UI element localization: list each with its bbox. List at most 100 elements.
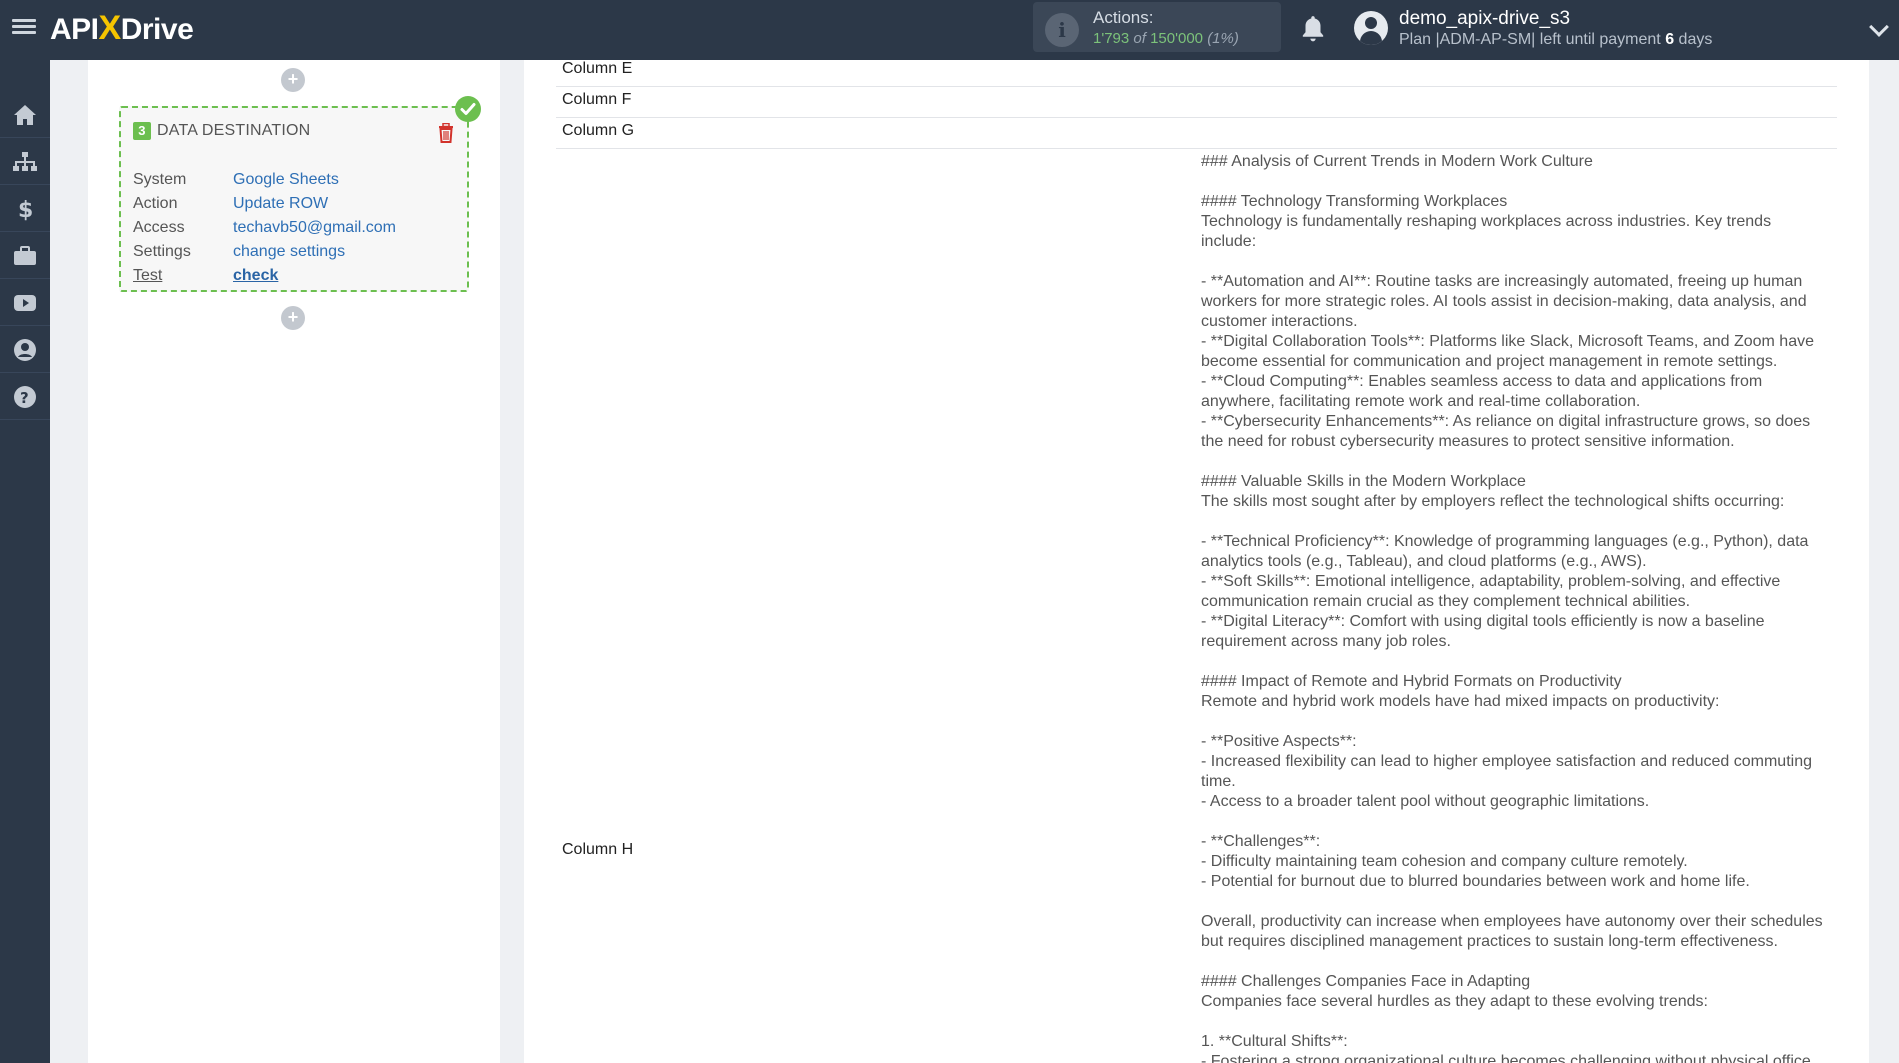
actions-label: Actions: <box>1093 8 1154 27</box>
sidebar-item-video[interactable] <box>0 280 50 326</box>
content-line: - Difficulty maintaining team cohesion a… <box>1201 853 1688 870</box>
sidebar-item-billing[interactable]: $ <box>0 186 50 232</box>
content-line: - **Digital Literacy**: Comfort with usi… <box>1201 613 1765 650</box>
content-line: - **Digital Collaboration Tools**: Platf… <box>1201 333 1814 370</box>
actions-count: 1'793 of 150'000 (1%) <box>1093 30 1239 47</box>
bell-icon[interactable] <box>1300 14 1326 44</box>
actions-counter[interactable]: i Actions: 1'793 of 150'000 (1%) <box>1033 2 1281 52</box>
content-line: #### Impact of Remote and Hybrid Formats… <box>1201 673 1622 690</box>
sitemap-icon <box>13 151 37 171</box>
logo-drive-text: Drive <box>120 13 194 46</box>
flow-panel: + 3 DATA DESTINATION System Google Sheets… <box>88 60 500 1063</box>
content-line: - **Technical Proficiency**: Knowledge o… <box>1201 533 1809 570</box>
trash-icon[interactable] <box>437 123 455 143</box>
check-icon <box>455 96 481 122</box>
sidebar-item-home[interactable] <box>0 92 50 138</box>
content-line: Technology is fundamentally reshaping wo… <box>1201 213 1772 250</box>
settings-label: Settings <box>133 243 191 260</box>
content-line: Remote and hybrid work models have had m… <box>1201 693 1720 710</box>
sidebar: $ ? <box>0 60 50 1063</box>
plan-info: Plan |ADM-AP-SM| left until payment 6 da… <box>1399 31 1713 48</box>
content-line: Overall, productivity can increase when … <box>1201 913 1823 950</box>
content-line: ### Analysis of Current Trends in Modern… <box>1201 153 1593 170</box>
content-line: - Access to a broader talent pool withou… <box>1201 793 1650 810</box>
content-line: - **Challenges**: <box>1201 833 1321 850</box>
sidebar-item-connections[interactable] <box>0 139 50 185</box>
column-row-f: Column F <box>556 87 1837 118</box>
destination-row-action: Action Update ROW <box>133 192 396 216</box>
system-label: System <box>133 171 187 188</box>
svg-text:?: ? <box>20 389 29 407</box>
svg-text:$: $ <box>18 198 33 221</box>
top-bar: APIXDrive i Actions: 1'793 of 150'000 (1… <box>0 0 1899 60</box>
column-f-label: Column F <box>562 91 632 108</box>
destination-title-text: DATA DESTINATION <box>157 122 311 139</box>
add-step-button-bottom[interactable]: + <box>281 306 305 330</box>
data-destination-card[interactable]: 3 DATA DESTINATION System Google Sheets A… <box>119 106 469 292</box>
home-icon <box>14 104 36 125</box>
access-value-link[interactable]: techavb50@gmail.com <box>233 216 396 240</box>
action-label: Action <box>133 195 178 212</box>
destination-row-access: Access techavb50@gmail.com <box>133 216 396 240</box>
column-row-g: Column G <box>556 118 1837 149</box>
column-g-label: Column G <box>562 122 635 139</box>
logo-api-text: API <box>50 13 99 46</box>
dollar-icon: $ <box>18 198 33 221</box>
content-line: #### Challenges Companies Face in Adapti… <box>1201 973 1531 990</box>
system-value-link[interactable]: Google Sheets <box>233 168 339 192</box>
content-line: - **Cloud Computing**: Enables seamless … <box>1201 373 1763 410</box>
destination-row-settings: Settings change settings <box>133 240 396 264</box>
user-icon <box>14 338 36 361</box>
add-step-button-top[interactable]: + <box>281 68 305 92</box>
column-row-e: Column E <box>556 60 1837 87</box>
destination-details: System Google Sheets Action Update ROW Acc… <box>133 168 396 288</box>
content-line: - **Cybersecurity Enhancements**: As rel… <box>1201 413 1811 450</box>
briefcase-icon <box>14 245 36 265</box>
menu-icon[interactable] <box>12 16 36 40</box>
info-icon: i <box>1045 13 1079 47</box>
content-line: - Increased flexibility can lead to high… <box>1201 753 1812 790</box>
logo[interactable]: APIXDrive <box>50 9 194 48</box>
content-line: 1. **Cultural Shifts**: <box>1201 1033 1348 1050</box>
field-mapping-panel: Column E Column F Column G Column H ### … <box>524 60 1869 1063</box>
access-label: Access <box>133 219 185 236</box>
content-line: - Potential for burnout due to blurred b… <box>1201 873 1750 890</box>
content-line: #### Valuable Skills in the Modern Workp… <box>1201 473 1526 490</box>
content-line: - Fostering a strong organizational cult… <box>1201 1053 1811 1063</box>
video-icon <box>14 294 36 311</box>
content-line: #### Technology Transforming Workplaces <box>1201 193 1508 210</box>
chevron-down-icon[interactable] <box>1869 17 1889 37</box>
content-line: Companies face several hurdles as they a… <box>1201 993 1708 1010</box>
destination-row-system: System Google Sheets <box>133 168 396 192</box>
logo-x-text: X <box>98 9 122 47</box>
change-settings-link[interactable]: change settings <box>233 240 345 264</box>
sidebar-item-account[interactable] <box>0 327 50 373</box>
step-number-badge: 3 <box>133 122 151 140</box>
sidebar-item-services[interactable] <box>0 233 50 279</box>
action-value-link[interactable]: Update ROW <box>233 192 328 216</box>
destination-title: 3 DATA DESTINATION <box>133 122 310 140</box>
content-line: - **Soft Skills**: Emotional intelligenc… <box>1201 573 1781 610</box>
column-e-label: Column E <box>562 60 633 77</box>
help-icon: ? <box>14 385 36 408</box>
user-name[interactable]: demo_apix-drive_s3 <box>1399 8 1570 30</box>
column-h-label: Column H <box>562 841 634 858</box>
check-link[interactable]: check <box>233 264 278 288</box>
content-line: The skills most sought after by employer… <box>1201 493 1785 510</box>
avatar[interactable] <box>1354 11 1388 45</box>
content-line: - **Automation and AI**: Routine tasks a… <box>1201 273 1807 330</box>
sidebar-item-help[interactable]: ? <box>0 374 50 420</box>
test-label: Test <box>133 267 163 284</box>
content-line: - **Positive Aspects**: <box>1201 733 1357 750</box>
column-h-value: ### Analysis of Current Trends in Modern… <box>1201 152 1826 1063</box>
